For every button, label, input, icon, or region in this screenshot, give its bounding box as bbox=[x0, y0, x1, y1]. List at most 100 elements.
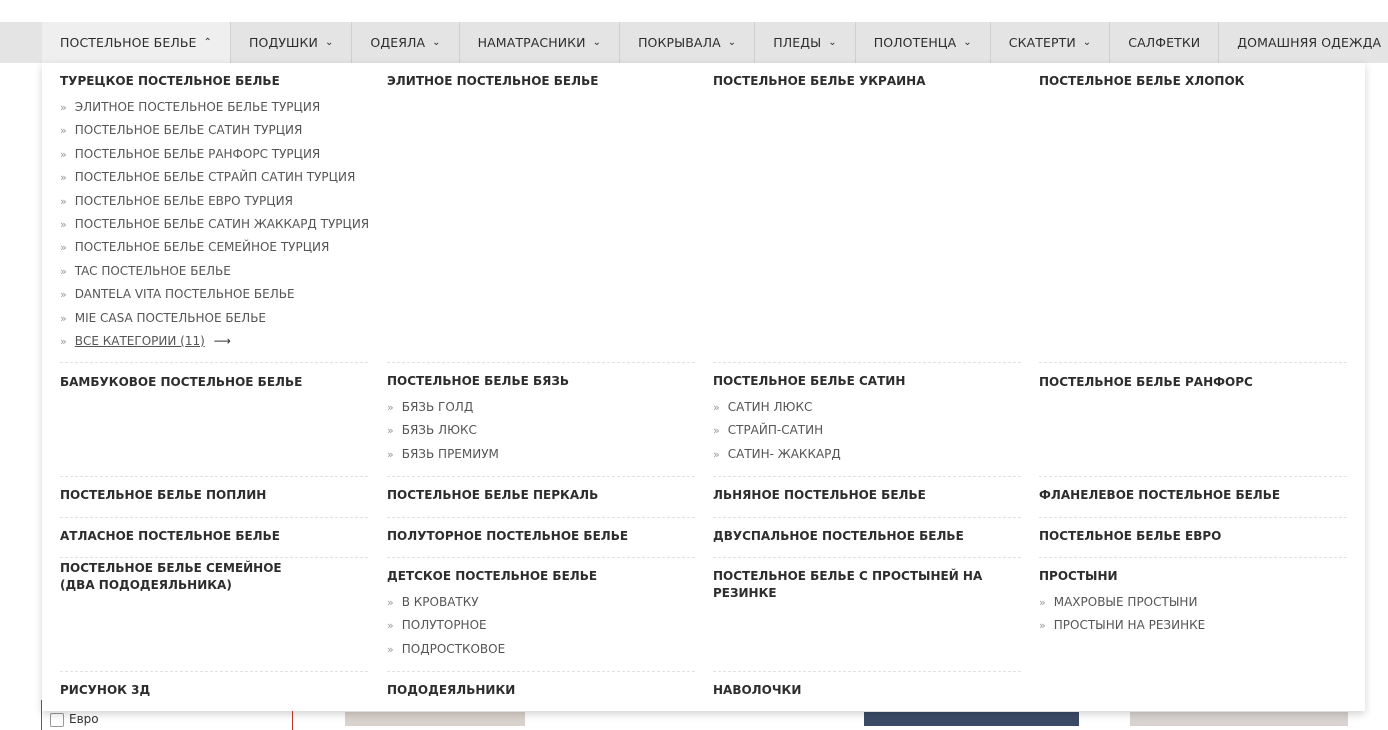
raquo-icon: » bbox=[713, 401, 720, 414]
raquo-icon: » bbox=[60, 288, 67, 302]
category-link[interactable]: ПОЛУТОРНОЕ ПОСТЕЛЬНОЕ БЕЛЬЕ bbox=[387, 528, 695, 545]
divider bbox=[387, 557, 695, 558]
category-link[interactable]: НАВОЛОЧКИ bbox=[713, 682, 1021, 699]
nav-item-bedspreads[interactable]: ПОКРЫВАЛА ⌄ bbox=[620, 22, 756, 63]
menu-group-elite: ЭЛИТНОЕ ПОСТЕЛЬНОЕ БЕЛЬЕ bbox=[387, 73, 695, 90]
menu-group-calico: ПОСТЕЛЬНОЕ БЕЛЬЕ БЯЗЬ » БЯЗЬ ГОЛД » БЯЗЬ Л… bbox=[387, 373, 695, 466]
menu-group-flannel: ФЛАНЕЛЕВОЕ ПОСТЕЛЬНОЕ БЕЛЬЕ bbox=[1039, 487, 1347, 504]
category-link[interactable]: БАМБУКОВОЕ ПОСТЕЛЬНОЕ БЕЛЬЕ bbox=[60, 374, 368, 391]
subcategory-link[interactable]: » ПОДРОСТКОВОЕ bbox=[387, 638, 695, 661]
subcategory-link[interactable]: » САТИН ЛЮКС bbox=[713, 396, 1021, 419]
nav-item-homewear[interactable]: ДОМАШНЯЯ ОДЕЖДА ⌄ bbox=[1219, 22, 1388, 63]
subcategory-link[interactable]: » TAC ПОСТЕЛЬНОЕ БЕЛЬЕ bbox=[60, 260, 368, 283]
subcategory-link[interactable]: » БЯЗЬ ГОЛД bbox=[387, 396, 695, 419]
chevron-down-icon: ⌄ bbox=[727, 37, 737, 48]
category-link[interactable]: ПОСТЕЛЬНОЕ БЕЛЬЕ БЯЗЬ bbox=[387, 373, 695, 390]
raquo-icon: » bbox=[387, 642, 394, 656]
subcategory-link[interactable]: » МАХРОВЫЕ ПРОСТЫНИ bbox=[1039, 591, 1347, 614]
subcategory-link[interactable]: » ПОСТЕЛЬНОЕ БЕЛЬЕ СТРАЙП САТИН ТУРЦИЯ bbox=[60, 166, 368, 189]
nav-item-napkins[interactable]: САЛФЕТКИ bbox=[1110, 22, 1220, 63]
category-link[interactable]: ПОСТЕЛЬНОЕ БЕЛЬЕ САТИН bbox=[713, 373, 1021, 390]
menu-group-linen: ЛЬНЯНОЕ ПОСТЕЛЬНОЕ БЕЛЬЕ bbox=[713, 487, 1021, 504]
subcategory-link[interactable]: » ПОЛУТОРНОЕ bbox=[387, 614, 695, 637]
subcategory-link[interactable]: » ПОСТЕЛЬНОЕ БЕЛЬЕ САТИН ТУРЦИЯ bbox=[60, 119, 368, 142]
raquo-icon: » bbox=[60, 194, 67, 208]
bedding-mega-menu: ТУРЕЦКОЕ ПОСТЕЛЬНОЕ БЕЛЬЕ » ЭЛИТНОЕ ПОСТЕ… bbox=[42, 63, 1365, 711]
category-link[interactable]: ПОСТЕЛЬНОЕ БЕЛЬЕ ПЕРКАЛЬ bbox=[387, 487, 695, 504]
menu-group-double: ДВУСПАЛЬНОЕ ПОСТЕЛЬНОЕ БЕЛЬЕ bbox=[713, 528, 1021, 545]
subcategory-link[interactable]: » ПОСТЕЛЬНОЕ БЕЛЬЕ РАНФОРС ТУРЦИЯ bbox=[60, 143, 368, 166]
category-link[interactable]: ПОСТЕЛЬНОЕ БЕЛЬЕ ХЛОПОК bbox=[1039, 73, 1347, 90]
category-link[interactable]: ПОСТЕЛЬНОЕ БЕЛЬЕ ЕВРО bbox=[1039, 528, 1347, 545]
raquo-icon: » bbox=[60, 334, 67, 348]
menu-group-sheets: ПРОСТЫНИ » МАХРОВЫЕ ПРОСТЫНИ » ПРОСТЫНИ НА… bbox=[1039, 568, 1347, 638]
menu-group-elastic: ПОСТЕЛЬНОЕ БЕЛЬЕ С ПРОСТЫНЕЙ НА РЕЗИНКЕ bbox=[713, 568, 1021, 602]
subcategory-link[interactable]: » В КРОВАТКУ bbox=[387, 591, 695, 614]
category-link[interactable]: ПОСТЕЛЬНОЕ БЕЛЬЕ С ПРОСТЫНЕЙ НА РЕЗИНКЕ bbox=[713, 568, 1021, 602]
subcategory-link[interactable]: » ПОСТЕЛЬНОЕ БЕЛЬЕ САТИН ЖАККАРД ТУРЦИЯ bbox=[60, 213, 369, 236]
category-link[interactable]: ПРОСТЫНИ bbox=[1039, 568, 1347, 585]
menu-group-turkish: ТУРЕЦКОЕ ПОСТЕЛЬНОЕ БЕЛЬЕ » ЭЛИТНОЕ ПОСТЕ… bbox=[60, 73, 369, 353]
subcategory-link[interactable]: » БЯЗЬ ЛЮКС bbox=[387, 419, 695, 442]
nav-item-pillows[interactable]: ПОДУШКИ ⌄ bbox=[231, 22, 353, 63]
menu-group-pillowcases: НАВОЛОЧКИ bbox=[713, 682, 1021, 699]
category-link[interactable]: ПОДОДЕЯЛЬНИКИ bbox=[387, 682, 695, 699]
category-link[interactable]: ПОСТЕЛЬНОЕ БЕЛЬЕ ПОПЛИН bbox=[60, 487, 368, 504]
subcategory-link[interactable]: » САТИН- ЖАККАРД bbox=[713, 443, 1021, 466]
category-link[interactable]: РИСУНОК 3Д bbox=[60, 682, 368, 699]
raquo-icon: » bbox=[387, 401, 394, 414]
category-link[interactable]: ДВУСПАЛЬНОЕ ПОСТЕЛЬНОЕ БЕЛЬЕ bbox=[713, 528, 1021, 545]
divider bbox=[713, 557, 1021, 558]
divider bbox=[1039, 476, 1347, 477]
subcategory-list: » БЯЗЬ ГОЛД » БЯЗЬ ЛЮКС » БЯЗЬ ПРЕМИУМ bbox=[387, 396, 695, 466]
subcategory-link[interactable]: » MIE CASA ПОСТЕЛЬНОЕ БЕЛЬЕ bbox=[60, 307, 368, 330]
subcategory-link[interactable]: » DANTELA VITA ПОСТЕЛЬНОЕ БЕЛЬЕ bbox=[60, 283, 368, 306]
divider bbox=[713, 671, 1021, 672]
chevron-down-icon: ⌄ bbox=[963, 37, 972, 48]
divider bbox=[60, 671, 368, 672]
category-link[interactable]: АТЛАСНОЕ ПОСТЕЛЬНОЕ БЕЛЬЕ bbox=[60, 528, 368, 545]
menu-group-atlas: АТЛАСНОЕ ПОСТЕЛЬНОЕ БЕЛЬЕ bbox=[60, 528, 368, 545]
subcategory-link[interactable]: » СТРАЙП-САТИН bbox=[713, 419, 1021, 442]
menu-group-ranforce: ПОСТЕЛЬНОЕ БЕЛЬЕ РАНФОРС bbox=[1039, 374, 1347, 391]
category-link[interactable]: ЛЬНЯНОЕ ПОСТЕЛЬНОЕ БЕЛЬЕ bbox=[713, 487, 1021, 504]
nav-item-tablecloths[interactable]: СКАТЕРТИ ⌄ bbox=[991, 22, 1111, 63]
filter-checkbox-euro[interactable] bbox=[50, 713, 64, 727]
raquo-icon: » bbox=[60, 147, 67, 161]
divider bbox=[1039, 557, 1347, 558]
chevron-down-icon: ⌄ bbox=[432, 37, 441, 48]
subcategory-link[interactable]: » ПОСТЕЛЬНОЕ БЕЛЬЕ ЕВРО ТУРЦИЯ bbox=[60, 190, 368, 213]
raquo-icon: » bbox=[60, 124, 67, 138]
raquo-icon: » bbox=[387, 424, 394, 438]
subcategory-list: » ЭЛИТНОЕ ПОСТЕЛЬНОЕ БЕЛЬЕ ТУРЦИЯ » ПОСТЕЛ… bbox=[60, 96, 369, 353]
raquo-icon: » bbox=[387, 447, 394, 461]
divider bbox=[387, 362, 695, 363]
category-link[interactable]: ДЕТСКОЕ ПОСТЕЛЬНОЕ БЕЛЬЕ bbox=[387, 568, 695, 585]
subcategory-link[interactable]: » ПОСТЕЛЬНОЕ БЕЛЬЕ СЕМЕЙНОЕ ТУРЦИЯ bbox=[60, 236, 368, 259]
category-link[interactable]: ФЛАНЕЛЕВОЕ ПОСТЕЛЬНОЕ БЕЛЬЕ bbox=[1039, 487, 1347, 504]
menu-group-duvet-covers: ПОДОДЕЯЛЬНИКИ bbox=[387, 682, 695, 699]
divider bbox=[60, 517, 368, 518]
menu-group-percale: ПОСТЕЛЬНОЕ БЕЛЬЕ ПЕРКАЛЬ bbox=[387, 487, 695, 504]
raquo-icon: » bbox=[713, 424, 720, 438]
menu-group-3d: РИСУНОК 3Д bbox=[60, 682, 368, 699]
subcategory-link[interactable]: » ЭЛИТНОЕ ПОСТЕЛЬНОЕ БЕЛЬЕ ТУРЦИЯ bbox=[60, 96, 368, 119]
category-link[interactable]: ПОСТЕЛЬНОЕ БЕЛЬЕ РАНФОРС bbox=[1039, 374, 1347, 391]
all-categories-link[interactable]: » ВСЕ КАТЕГОРИИ (11) ⟶ bbox=[60, 330, 368, 353]
menu-group-kids: ДЕТСКОЕ ПОСТЕЛЬНОЕ БЕЛЬЕ » В КРОВАТКУ » ПО… bbox=[387, 568, 695, 661]
nav-item-blankets[interactable]: ОДЕЯЛА ⌄ bbox=[352, 22, 460, 63]
nav-item-mattress-covers[interactable]: НАМАТРАСНИКИ ⌄ bbox=[460, 22, 621, 63]
menu-group-poplin: ПОСТЕЛЬНОЕ БЕЛЬЕ ПОПЛИН bbox=[60, 487, 368, 504]
nav-item-towels[interactable]: ПОЛОТЕНЦА ⌄ bbox=[856, 22, 991, 63]
menu-group-family: ПОСТЕЛЬНОЕ БЕЛЬЕ СЕМЕЙНОЕ (ДВА ПОДОДЕЯЛЬ… bbox=[60, 560, 310, 594]
category-link[interactable]: ПОСТЕЛЬНОЕ БЕЛЬЕ СЕМЕЙНОЕ (ДВА ПОДОДЕЯЛЬ… bbox=[60, 560, 310, 594]
subcategory-link[interactable]: » БЯЗЬ ПРЕМИУМ bbox=[387, 443, 695, 466]
category-link[interactable]: ЭЛИТНОЕ ПОСТЕЛЬНОЕ БЕЛЬЕ bbox=[387, 73, 695, 90]
subcategory-link[interactable]: » ПРОСТЫНИ НА РЕЗИНКЕ bbox=[1039, 614, 1347, 637]
divider bbox=[713, 517, 1021, 518]
category-link[interactable]: ПОСТЕЛЬНОЕ БЕЛЬЕ УКРАИНА bbox=[713, 73, 1021, 90]
nav-item-plaids[interactable]: ПЛЕДЫ ⌄ bbox=[755, 22, 856, 63]
category-link[interactable]: ТУРЕЦКОЕ ПОСТЕЛЬНОЕ БЕЛЬЕ bbox=[60, 73, 368, 90]
nav-item-bedding[interactable]: ПОСТЕЛЬНОЕ БЕЛЬЕ ⌃ bbox=[42, 22, 232, 63]
raquo-icon: » bbox=[387, 596, 394, 609]
